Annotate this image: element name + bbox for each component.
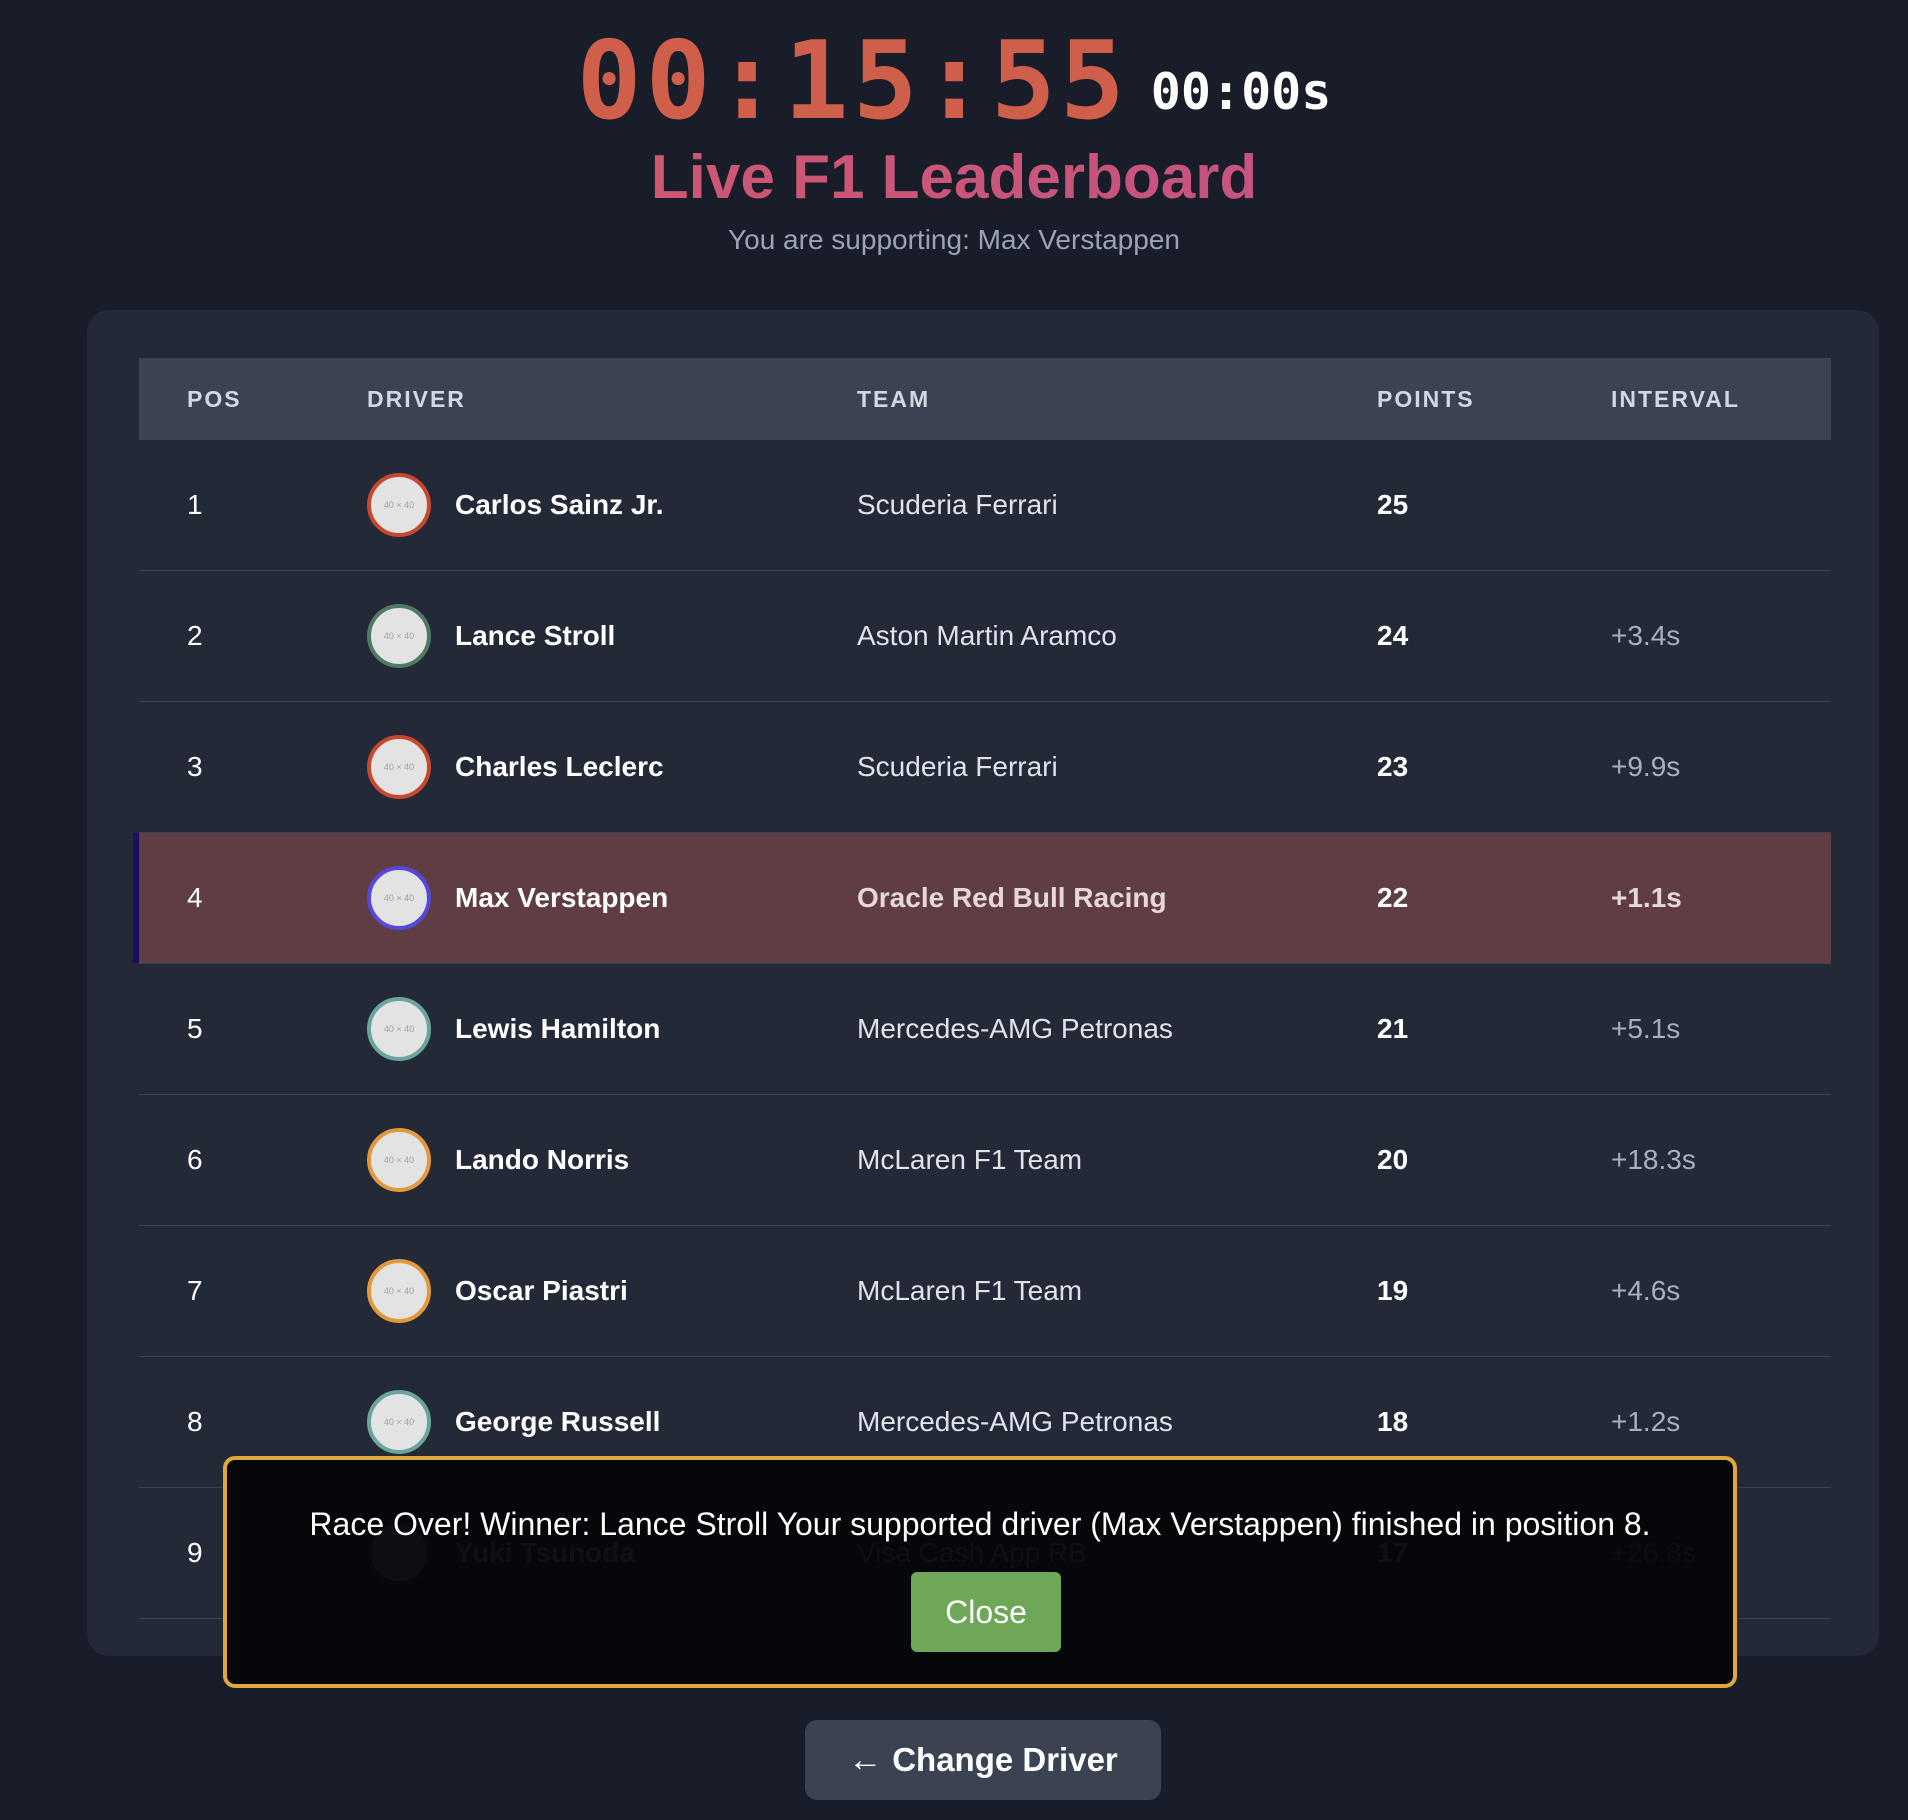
row-points: 24: [1377, 620, 1409, 651]
row-interval: +18.3s: [1611, 1144, 1696, 1175]
driver-name: George Russell: [455, 1406, 661, 1437]
row-position: 9: [187, 1537, 203, 1568]
driver-name: Carlos Sainz Jr.: [455, 489, 664, 520]
table-row: 4 40 × 40 Max Verstappen Oracle Red Bull…: [133, 833, 1831, 964]
table-row: 7 40 × 40 Oscar Piastri McLaren F1 Team …: [139, 1226, 1831, 1357]
avatar: 40 × 40: [367, 1390, 431, 1454]
avatar: 40 × 40: [367, 1128, 431, 1192]
header-team: TEAM: [857, 385, 931, 412]
table-row: 1 40 × 40 Carlos Sainz Jr. Scuderia Ferr…: [139, 440, 1831, 571]
row-driver: 40 × 40 Lance Stroll: [367, 604, 615, 668]
row-points: 21: [1377, 1013, 1409, 1044]
row-position: 8: [187, 1406, 203, 1437]
row-driver: 40 × 40 Carlos Sainz Jr.: [367, 473, 664, 537]
driver-name: Max Verstappen: [455, 882, 669, 913]
row-interval: +3.4s: [1611, 620, 1681, 651]
table-row: 3 40 × 40 Charles Leclerc Scuderia Ferra…: [139, 702, 1831, 833]
row-points: 25: [1377, 489, 1409, 520]
leaderboard-card: POS DRIVER TEAM POINTS INTERVAL 1 40 × 4…: [87, 310, 1879, 1656]
row-team: McLaren F1 Team: [857, 1144, 1083, 1175]
header-driver: DRIVER: [367, 385, 466, 412]
row-driver: 40 × 40 Lando Norris: [367, 1128, 629, 1192]
row-position: 6: [187, 1144, 203, 1175]
row-interval: +1.1s: [1611, 882, 1682, 913]
table-row: 5 40 × 40 Lewis Hamilton Mercedes-AMG Pe…: [139, 964, 1831, 1095]
arrow-left-icon: ←: [848, 1740, 883, 1779]
row-interval: +4.6s: [1611, 1275, 1681, 1306]
header-points: POINTS: [1377, 385, 1475, 412]
driver-name: Lewis Hamilton: [455, 1013, 661, 1044]
table-row: 2 40 × 40 Lance Stroll Aston Martin Aram…: [139, 571, 1831, 702]
row-driver: 40 × 40 George Russell: [367, 1390, 660, 1454]
race-timer: 00:15:55: [576, 19, 1129, 144]
avatar: 40 × 40: [367, 866, 431, 930]
sub-timer: 00:00s: [1150, 63, 1332, 121]
row-position: 7: [187, 1275, 203, 1306]
avatar: 40 × 40: [367, 1259, 431, 1323]
close-button[interactable]: Close: [911, 1572, 1061, 1652]
timer: 00:15:55 00:00s: [0, 28, 1908, 136]
avatar: 40 × 40: [367, 997, 431, 1061]
change-driver-label: Change Driver: [892, 1741, 1118, 1778]
row-points: 23: [1377, 751, 1409, 782]
row-team: Oracle Red Bull Racing: [857, 882, 1167, 913]
row-position: 3: [187, 751, 203, 782]
modal-message: Race Over! Winner: Lance Stroll Your sup…: [309, 1506, 1651, 1542]
row-team: Scuderia Ferrari: [857, 489, 1058, 520]
avatar: 40 × 40: [367, 604, 431, 668]
row-driver: 40 × 40 Max Verstappen: [367, 866, 668, 930]
driver-name: Lance Stroll: [455, 620, 616, 651]
row-driver: 40 × 40 Oscar Piastri: [367, 1259, 628, 1323]
row-team: Mercedes-AMG Petronas: [857, 1406, 1173, 1437]
driver-name: Oscar Piastri: [455, 1275, 628, 1306]
row-points: 22: [1377, 882, 1409, 913]
row-position: 5: [187, 1013, 203, 1044]
table-row: 6 40 × 40 Lando Norris McLaren F1 Team 2…: [139, 1095, 1831, 1226]
row-interval: +9.9s: [1611, 751, 1681, 782]
avatar: 40 × 40: [367, 735, 431, 799]
header-interval: INTERVAL: [1611, 385, 1740, 412]
row-team: Scuderia Ferrari: [857, 751, 1058, 782]
row-interval: +5.1s: [1611, 1013, 1681, 1044]
row-interval: +1.2s: [1611, 1406, 1681, 1437]
row-points: 19: [1377, 1275, 1409, 1306]
page-title: Live F1 Leaderboard: [0, 142, 1908, 213]
row-driver: 40 × 40 Charles Leclerc: [367, 735, 664, 799]
row-team: Aston Martin Aramco: [857, 620, 1117, 651]
row-team: McLaren F1 Team: [857, 1275, 1083, 1306]
avatar: 40 × 40: [367, 473, 431, 537]
supporting-text: You are supporting: Max Verstappen: [728, 224, 1180, 255]
row-driver: 40 × 40 Lewis Hamilton: [367, 997, 660, 1061]
change-driver-button[interactable]: ← Change Driver: [805, 1720, 1161, 1800]
row-position: 4: [187, 882, 203, 913]
race-over-modal: Race Over! Winner: Lance Stroll Your sup…: [223, 1456, 1737, 1688]
header-pos: POS: [187, 385, 242, 412]
leaderboard-table: POS DRIVER TEAM POINTS INTERVAL 1 40 × 4…: [133, 358, 1831, 1619]
table-body: 1 40 × 40 Carlos Sainz Jr. Scuderia Ferr…: [133, 440, 1831, 1619]
row-points: 20: [1377, 1144, 1409, 1175]
row-team: Mercedes-AMG Petronas: [857, 1013, 1173, 1044]
driver-name: Lando Norris: [455, 1144, 630, 1175]
row-position: 2: [187, 620, 203, 651]
driver-name: Charles Leclerc: [455, 751, 664, 782]
row-points: 18: [1377, 1406, 1409, 1437]
row-position: 1: [187, 489, 203, 520]
table-header: POS DRIVER TEAM POINTS INTERVAL: [139, 358, 1831, 440]
